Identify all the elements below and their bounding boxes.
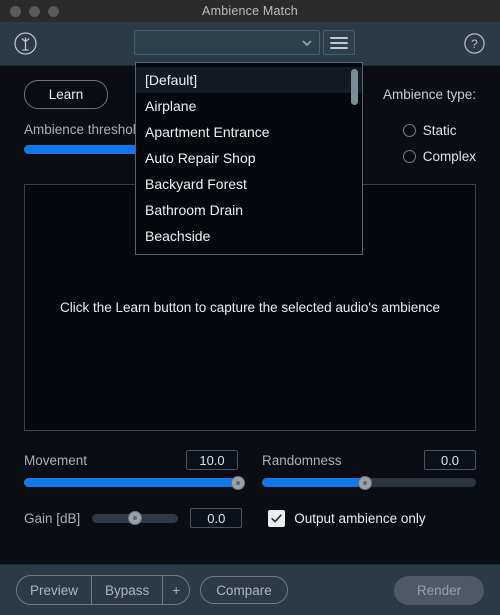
radio-option-static[interactable]: Static bbox=[402, 123, 457, 138]
close-button[interactable] bbox=[10, 5, 21, 17]
gain-label: Gain [dB] bbox=[24, 510, 81, 526]
gain-value-field[interactable]: 0.0 bbox=[190, 508, 243, 528]
window-title: Ambience Match bbox=[202, 4, 298, 18]
preview-button[interactable]: Preview bbox=[17, 576, 91, 604]
radio-icon bbox=[402, 150, 416, 163]
dropdown-item[interactable]: Beachside bbox=[136, 223, 362, 249]
movement-fill bbox=[24, 478, 238, 487]
ambience-type-label: Ambience type: bbox=[382, 86, 476, 102]
window-controls bbox=[0, 5, 59, 17]
randomness-header: Randomness 0.0 bbox=[262, 450, 476, 470]
movement-label: Movement bbox=[24, 452, 88, 468]
bypass-button[interactable]: Bypass bbox=[91, 576, 162, 604]
dropdown-item[interactable]: Bathroom Drain bbox=[136, 197, 362, 223]
learn-button[interactable]: Learn bbox=[24, 79, 108, 109]
gain-row: Gain [dB] 0.0 Output ambience only bbox=[24, 508, 476, 528]
zoom-button[interactable] bbox=[48, 5, 59, 17]
tree-circle-icon bbox=[12, 31, 38, 57]
dropdown-item[interactable]: Auto Repair Shop bbox=[136, 145, 362, 171]
help-circle-icon[interactable]: ? bbox=[462, 32, 486, 56]
svg-text:?: ? bbox=[471, 37, 478, 51]
compare-button[interactable]: Compare bbox=[200, 576, 288, 604]
plugin-footer: Preview Bypass + Compare Render bbox=[0, 564, 500, 615]
randomness-label: Randomness bbox=[262, 452, 342, 468]
randomness-control: Randomness 0.0 bbox=[262, 450, 476, 490]
checkmark-icon[interactable] bbox=[268, 509, 286, 527]
dropdown-item[interactable]: Backyard Forest bbox=[136, 171, 362, 197]
parameter-row: Movement 10.0 Randomness 0.0 bbox=[24, 450, 476, 490]
radio-label-complex: Complex bbox=[422, 149, 476, 164]
transport-button-group: Preview Bypass + bbox=[16, 575, 191, 605]
preset-dropdown-list[interactable]: [Default] Airplane Apartment Entrance Au… bbox=[135, 62, 363, 255]
chevron-down-icon bbox=[300, 36, 313, 49]
radio-option-complex[interactable]: Complex bbox=[402, 149, 476, 164]
movement-knob[interactable] bbox=[231, 475, 245, 490]
preset-combobox[interactable] bbox=[134, 30, 320, 55]
dropdown-item[interactable]: [Default] bbox=[136, 67, 362, 93]
add-button[interactable]: + bbox=[162, 576, 189, 604]
dropdown-item[interactable]: Apartment Entrance bbox=[136, 119, 362, 145]
title-bar: Ambience Match bbox=[0, 0, 500, 22]
randomness-slider[interactable] bbox=[262, 475, 476, 490]
randomness-fill bbox=[262, 478, 365, 487]
ambience-match-window: Ambience Match ? Learn Ambience type: Am… bbox=[0, 0, 500, 615]
dropdown-item[interactable]: Airplane bbox=[136, 93, 362, 119]
gain-knob[interactable] bbox=[128, 511, 143, 525]
preset-selector-area bbox=[134, 30, 355, 55]
randomness-value-field[interactable]: 0.0 bbox=[424, 450, 476, 470]
movement-control: Movement 10.0 bbox=[24, 450, 245, 490]
plugin-header: ? bbox=[0, 22, 500, 66]
movement-slider[interactable] bbox=[24, 475, 245, 490]
movement-header: Movement 10.0 bbox=[24, 450, 238, 470]
gain-slider[interactable] bbox=[92, 511, 179, 525]
radio-icon bbox=[402, 124, 416, 137]
randomness-knob[interactable] bbox=[357, 475, 372, 490]
dropdown-scrollbar-thumb[interactable] bbox=[351, 69, 358, 105]
minimize-button[interactable] bbox=[29, 5, 40, 17]
ambience-type-options: Static Complex bbox=[402, 122, 476, 164]
output-ambience-only-row[interactable]: Output ambience only bbox=[268, 509, 426, 527]
movement-value-field[interactable]: 10.0 bbox=[186, 450, 238, 470]
output-ambience-only-label: Output ambience only bbox=[294, 510, 426, 526]
render-button[interactable]: Render bbox=[394, 575, 484, 605]
hamburger-menu-icon[interactable] bbox=[323, 30, 355, 55]
radio-label-static: Static bbox=[422, 123, 457, 138]
display-message: Click the Learn button to capture the se… bbox=[59, 300, 441, 315]
dropdown-scrollbar[interactable] bbox=[351, 69, 358, 245]
